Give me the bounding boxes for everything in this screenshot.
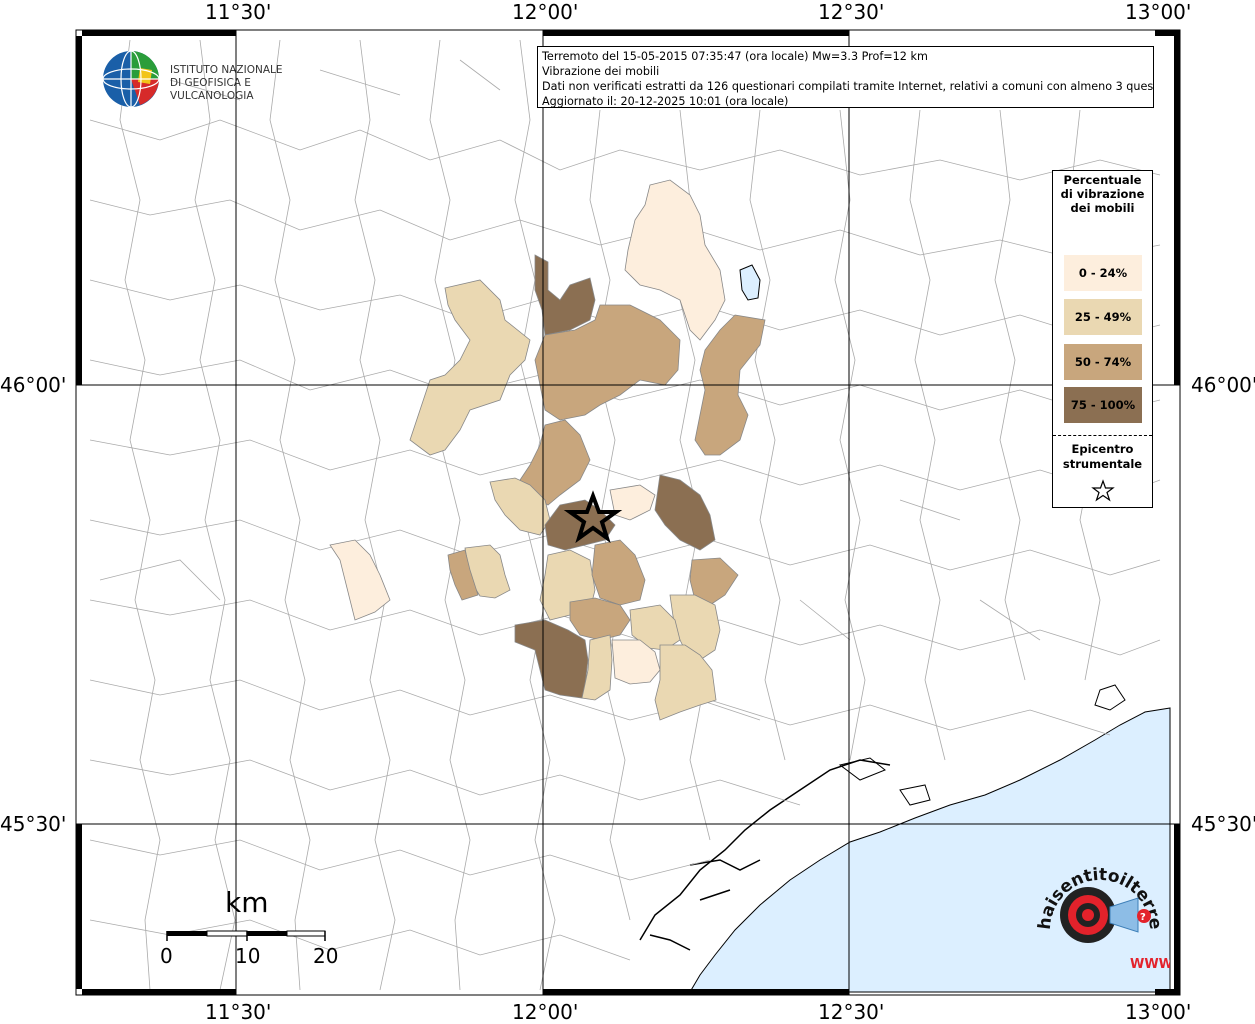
municipality-75-100 (654, 474, 716, 551)
municipality-0-24 (329, 539, 391, 621)
legend: Percentuale di vibrazione dei mobili 0 -… (1052, 170, 1153, 508)
lon-label-top-1130: 11°30' (205, 0, 272, 24)
lat-label-left-4530: 45°30' (0, 812, 67, 836)
legend-class-75-100: 75 - 100% (1064, 387, 1142, 423)
municipality-75-100 (534, 254, 596, 336)
scale-label-0: 0 (160, 944, 173, 968)
haisentitoilterremoto-logo[interactable]: haisentitoilterremoto.it ? WWW. (1021, 845, 1177, 984)
lon-label-bottom-1200: 12°00' (512, 1000, 579, 1024)
lake (739, 264, 761, 301)
municipality-25-49 (654, 644, 717, 721)
scale-label-20: 20 (313, 944, 339, 968)
lon-label-bottom-1130: 11°30' (205, 1000, 272, 1024)
lon-label-bottom-1230: 12°30' (818, 1000, 885, 1024)
municipality-75-100 (514, 619, 589, 699)
svg-text:?: ? (1140, 912, 1146, 923)
lon-label-top-1200: 12°00' (512, 0, 579, 24)
epicenter-star-icon (1091, 479, 1115, 502)
lat-label-right-4600: 46°00' (1191, 373, 1255, 397)
lon-label-top-1230: 12°30' (818, 0, 885, 24)
shaded-municipalities (329, 179, 766, 721)
municipality-0-24 (609, 484, 656, 521)
scale-unit: km (225, 886, 269, 919)
watermark-www: WWW. (1130, 957, 1170, 972)
event-info-line1: Terremoto del 15-05-2015 07:35:47 (ora l… (542, 50, 928, 63)
lon-label-bottom-1300: 13°00' (1125, 1000, 1192, 1024)
legend-class-50-74: 50 - 74% (1064, 344, 1142, 380)
event-info-line2: Vibrazione dei mobili (542, 65, 660, 78)
event-info-line3: Dati non verificati estratti da 126 ques… (542, 80, 1154, 93)
municipality-50-74 (591, 539, 646, 606)
haisentito-logo-icon: haisentitoilterremoto.it ? WWW. (1021, 845, 1177, 972)
ingv-logo-line1: ISTITUTO NAZIONALE (170, 64, 283, 76)
legend-class-25-49: 25 - 49% (1064, 299, 1142, 335)
municipality-25-49 (409, 279, 531, 456)
legend-title: Percentuale di vibrazione dei mobili (1060, 173, 1145, 215)
lat-label-left-4600: 46°00' (0, 373, 67, 397)
event-info-box: Terremoto del 15-05-2015 07:35:47 (ora l… (537, 46, 1154, 108)
lon-label-top-1300: 13°00' (1125, 0, 1192, 24)
ingv-logo-line2: DI GEOFISICA E VULCANOLOGIA (170, 77, 254, 102)
ingv-logo: ISTITUTO NAZIONALE DI GEOFISICA E VULCAN… (100, 48, 320, 110)
legend-class-0-24: 0 - 24% (1064, 255, 1142, 291)
ingv-globe-icon (102, 50, 160, 108)
legend-epicenter-label: Epicentro strumentale (1062, 442, 1143, 471)
legend-divider (1053, 435, 1152, 436)
lat-label-right-4530: 45°30' (1191, 812, 1255, 836)
scale-label-10: 10 (235, 944, 261, 968)
event-info-line4: Aggiornato il: 20-12-2025 10:01 (ora loc… (542, 95, 789, 108)
